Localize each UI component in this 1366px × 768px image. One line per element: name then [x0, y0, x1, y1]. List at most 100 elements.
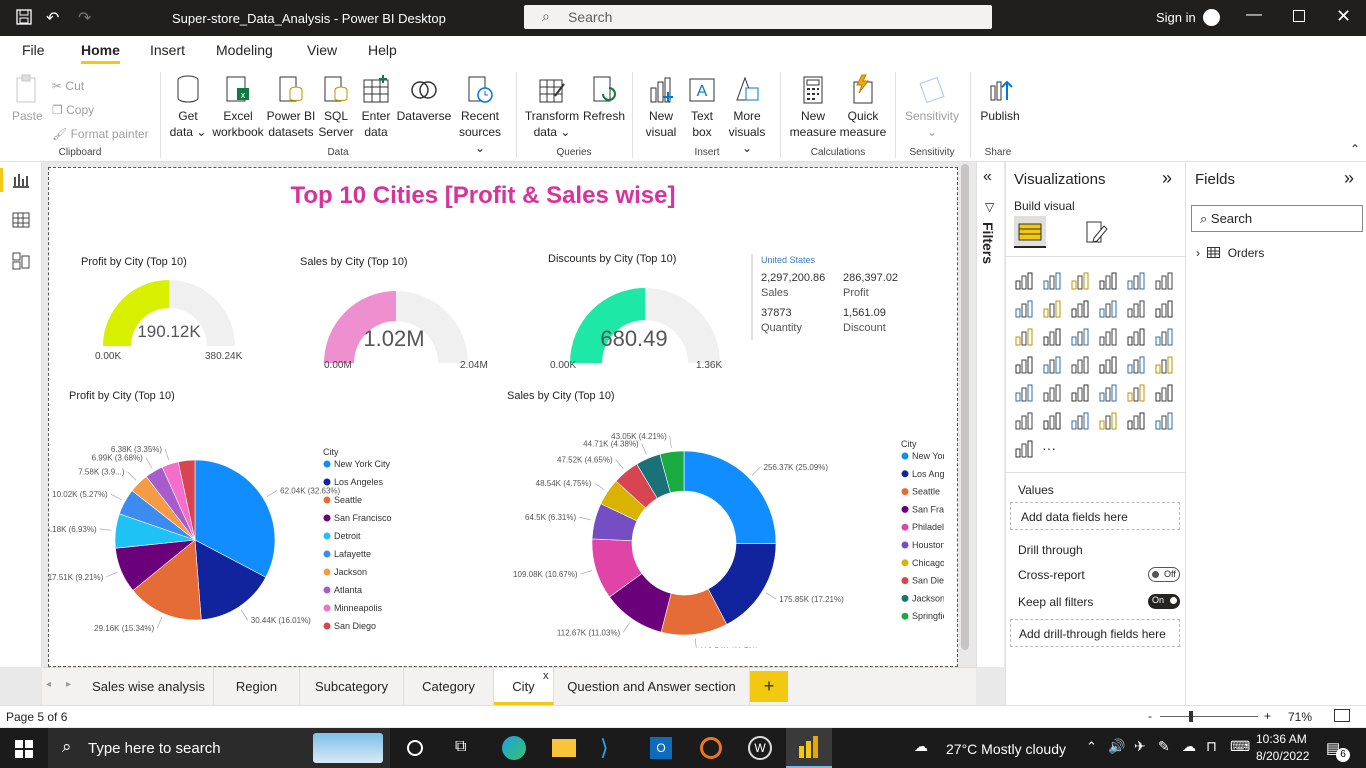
filters-pane[interactable]: « ▽ Filters: [976, 162, 1004, 667]
page-tab[interactable]: Subcategory: [300, 668, 404, 705]
visual-type-icon[interactable]: [1042, 272, 1062, 290]
undo-icon[interactable]: ↶: [46, 8, 59, 28]
page-tab[interactable]: Question and Answer section: [554, 668, 750, 705]
summary-card[interactable]: United States 2,297,200.86 Sales 286,397…: [751, 254, 911, 340]
slice-new-york-city[interactable]: [683, 450, 777, 544]
sql-server-button[interactable]: SQL Server: [317, 74, 355, 140]
legend-item[interactable]: Seattle: [912, 487, 940, 497]
add-page-button[interactable]: +: [750, 671, 788, 702]
legend-item[interactable]: Seattle: [334, 495, 362, 505]
legend-item[interactable]: Houston: [912, 540, 944, 550]
legend-item[interactable]: Springfield: [912, 611, 944, 621]
values-drop-zone[interactable]: Add data fields here: [1010, 502, 1180, 530]
discount-gauge[interactable]: Discounts by City (Top 10) 680.49 0.00K …: [529, 245, 729, 371]
page-tab[interactable]: Sales wise analysis: [84, 668, 214, 705]
visual-type-icon[interactable]: [1042, 384, 1062, 402]
zoom-slider[interactable]: [1160, 716, 1258, 717]
profit-gauge[interactable]: Profit by City (Top 10) 190.12K 0.00K 38…: [69, 248, 269, 368]
collapse-fields-icon[interactable]: »: [1344, 168, 1354, 189]
visual-type-icon[interactable]: [1126, 384, 1146, 402]
legend-item[interactable]: San Francisco: [334, 513, 392, 523]
get-data-button[interactable]: Get data ⌄: [168, 74, 208, 140]
visual-type-icon[interactable]: [1014, 440, 1034, 458]
save-icon[interactable]: [16, 9, 32, 28]
lock-icon[interactable]: ⊓: [1206, 738, 1217, 755]
visual-type-icon[interactable]: [1154, 356, 1174, 374]
sales-gauge[interactable]: Sales by City (Top 10) 1.02M 0.00M 2.04M: [294, 248, 494, 371]
redo-icon[interactable]: ↷: [78, 8, 91, 28]
restore-icon[interactable]: [1293, 10, 1305, 22]
tab-modeling[interactable]: Modeling: [216, 42, 273, 58]
sensitivity-button[interactable]: Sensitivity ⌄: [902, 74, 962, 140]
legend-item[interactable]: Philadelphia: [912, 522, 944, 532]
onedrive-icon[interactable]: ☁: [1182, 738, 1196, 755]
visual-type-icon[interactable]: [1098, 328, 1118, 346]
tab-home[interactable]: Home: [81, 42, 120, 58]
visual-type-icon[interactable]: [1070, 412, 1090, 430]
cortana-icon[interactable]: [407, 740, 423, 756]
copy-button[interactable]: ❐ Copy: [52, 98, 149, 122]
legend-item[interactable]: Jackson: [334, 567, 367, 577]
new-measure-button[interactable]: New measure: [788, 74, 838, 140]
visual-type-icon[interactable]: [1098, 300, 1118, 318]
visual-type-icon[interactable]: [1014, 272, 1034, 290]
fields-search-input[interactable]: ⌕ Search: [1191, 205, 1363, 232]
close-icon[interactable]: ✕: [1336, 6, 1351, 27]
legend-item[interactable]: San Francisco: [912, 504, 944, 514]
title-search-box[interactable]: ⌕ Search: [524, 5, 992, 29]
visual-type-icon[interactable]: [1042, 356, 1062, 374]
collapse-viz-icon[interactable]: »: [1162, 168, 1172, 189]
legend-item[interactable]: Detroit: [334, 531, 361, 541]
visual-type-icon[interactable]: [1126, 412, 1146, 430]
visual-type-icon[interactable]: [1070, 356, 1090, 374]
visual-type-icon[interactable]: [1042, 300, 1062, 318]
visual-type-icon[interactable]: [1070, 300, 1090, 318]
fit-to-page-icon[interactable]: [1334, 709, 1350, 722]
legend-item[interactable]: Lafayette: [334, 549, 371, 559]
legend-item[interactable]: Minneapolis: [334, 603, 383, 613]
quick-measure-button[interactable]: Quick measure: [838, 74, 888, 140]
network-icon[interactable]: ✈: [1134, 738, 1146, 755]
visual-type-icon[interactable]: [1154, 272, 1174, 290]
visual-type-icon[interactable]: [1014, 384, 1034, 402]
zoom-slider-thumb[interactable]: [1189, 711, 1193, 722]
collapse-ribbon-icon[interactable]: ⌃: [1350, 142, 1360, 156]
visual-type-icon[interactable]: [1154, 384, 1174, 402]
excel-workbook-button[interactable]: x Excel workbook: [210, 74, 266, 140]
legend-item[interactable]: Los Angeles: [912, 469, 944, 479]
pen-icon[interactable]: ✎: [1158, 738, 1170, 755]
more-visual-types-icon[interactable]: ···: [1042, 440, 1062, 458]
format-painter-button[interactable]: 🖌 Format painter: [52, 122, 149, 146]
keyboard-icon[interactable]: ⌨: [1230, 738, 1250, 755]
expand-filters-icon[interactable]: «: [983, 168, 992, 186]
app-w-icon[interactable]: W: [748, 736, 772, 760]
visual-type-icon[interactable]: [1014, 412, 1034, 430]
visual-type-icon[interactable]: [1126, 328, 1146, 346]
tray-chevron-icon[interactable]: ⌃: [1086, 739, 1097, 755]
enter-data-button[interactable]: Enter data: [358, 74, 394, 140]
profit-pie-chart[interactable]: 62.04K (32.63%) 30.44K (16.01%) 29.16K (15…: [49, 408, 469, 638]
text-box-button[interactable]: A Text box: [684, 74, 720, 140]
tab-file[interactable]: File: [22, 42, 45, 58]
visual-type-icon[interactable]: [1042, 412, 1062, 430]
data-view-icon[interactable]: [12, 212, 30, 228]
vscode-icon[interactable]: ⟩: [600, 735, 609, 761]
page-tab[interactable]: Region: [214, 668, 300, 705]
legend-item[interactable]: Chicago: [912, 558, 944, 568]
edge-icon[interactable]: [502, 736, 526, 760]
model-view-icon[interactable]: [12, 252, 30, 270]
sales-donut-chart[interactable]: 256.37K (25.09%) 175.85K (17.21%) 119.54K …: [504, 408, 944, 648]
visual-type-icon[interactable]: [1014, 300, 1034, 318]
cut-button[interactable]: ✂ Cut: [52, 74, 149, 98]
weather-icon[interactable]: ☁: [914, 738, 928, 755]
windows-start-icon[interactable]: [15, 740, 33, 758]
scroll-right-icon[interactable]: ▸: [66, 679, 71, 690]
publish-button[interactable]: Publish: [978, 74, 1022, 124]
tab-insert[interactable]: Insert: [150, 42, 185, 58]
legend-item[interactable]: New York City: [334, 459, 391, 469]
visual-type-icon[interactable]: [1154, 300, 1174, 318]
tab-view[interactable]: View: [307, 42, 337, 58]
legend-item[interactable]: San Diego: [334, 621, 376, 631]
keep-filters-toggle[interactable]: On: [1148, 594, 1180, 609]
visual-type-icon[interactable]: [1126, 272, 1146, 290]
